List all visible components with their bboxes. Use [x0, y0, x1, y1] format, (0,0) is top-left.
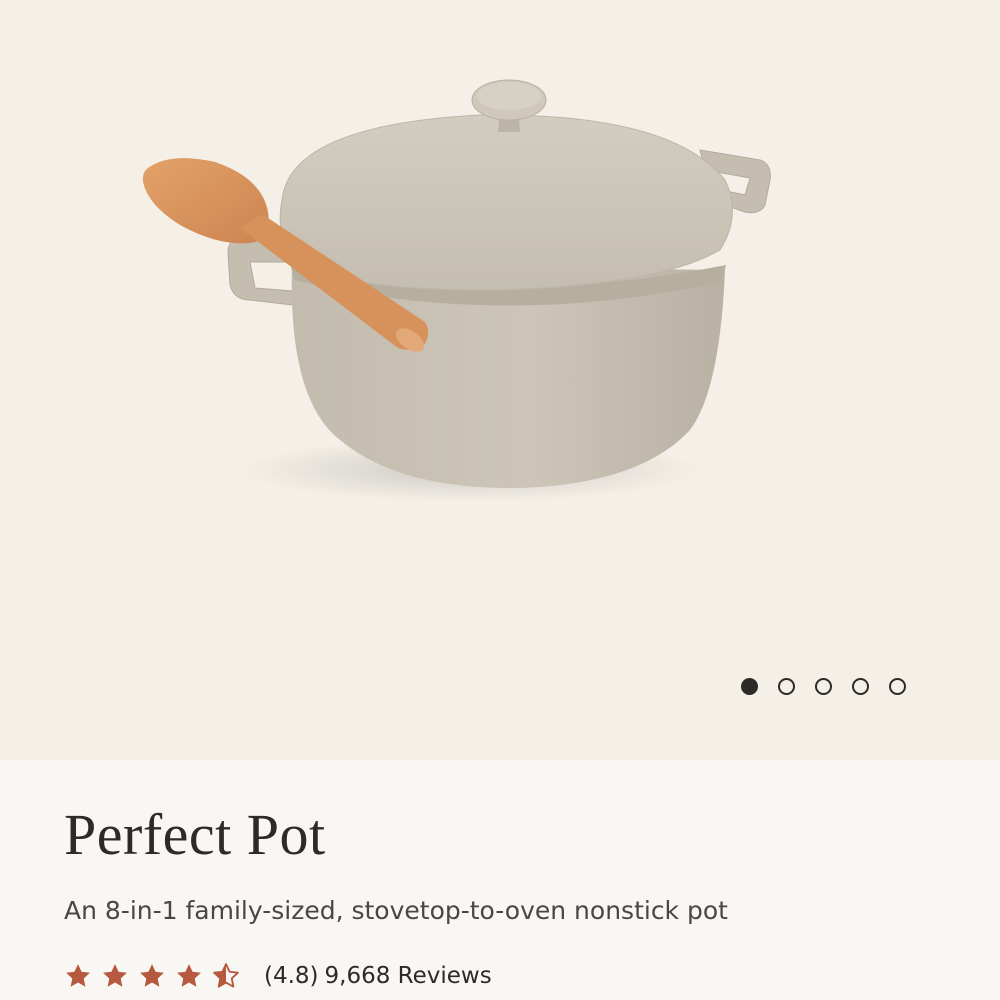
review-count: 9,668 Reviews	[324, 963, 492, 989]
carousel-dot-1[interactable]	[741, 677, 758, 695]
carousel-dot-3[interactable]	[815, 677, 832, 695]
carousel-dot-2[interactable]	[778, 677, 795, 695]
product-title: Perfect Pot	[64, 802, 326, 867]
product-image	[142, 79, 771, 502]
star-icon	[177, 964, 201, 987]
product-subtitle: An 8-in-1 family-sized, stovetop-to-oven…	[64, 896, 728, 925]
carousel-dot-4[interactable]	[852, 677, 869, 695]
carousel-pagination	[741, 675, 906, 697]
star-icon	[140, 964, 164, 987]
rating-stars	[64, 962, 240, 990]
rating-summary[interactable]: (4.8) 9,668 Reviews	[264, 963, 498, 989]
product-rating[interactable]: (4.8) 9,668 Reviews	[64, 956, 498, 996]
carousel-dot-5[interactable]	[889, 677, 906, 695]
product-image-gallery[interactable]	[0, 0, 1000, 760]
star-icon	[103, 964, 127, 987]
star-icon	[66, 964, 90, 987]
star-half-icon	[213, 963, 239, 988]
rating-value: (4.8)	[264, 963, 319, 989]
